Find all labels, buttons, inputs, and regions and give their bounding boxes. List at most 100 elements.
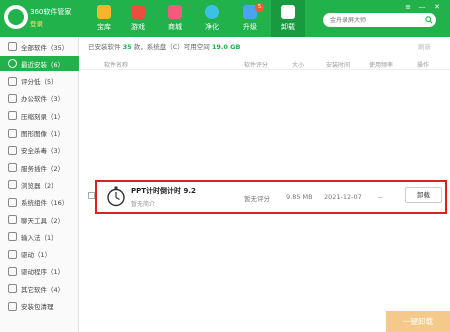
sidebar-item[interactable]: 评分低（5） — [0, 74, 79, 89]
category-icon — [8, 180, 17, 190]
search-icon[interactable] — [425, 16, 433, 24]
sidebar-item-label: 压缩刻录（1） — [21, 112, 65, 121]
tab-store[interactable]: 商城 — [158, 0, 192, 37]
tab-label: 净化 — [205, 23, 219, 31]
uninstall-button[interactable]: 卸载 — [405, 187, 442, 203]
column-score: 软件评分 — [244, 62, 269, 69]
search-input[interactable] — [323, 13, 436, 27]
main-panel: 已安装软件 35 款，系统盘（C）可用空间 19.0 GB 刷新 软件名称 软件… — [80, 37, 450, 332]
category-icon — [8, 249, 17, 259]
sidebar-item[interactable]: 全部软件（35） — [0, 39, 79, 54]
refresh-button[interactable]: 刷新 — [418, 41, 431, 51]
category-icon — [8, 197, 17, 207]
free-space: 19.0 GB — [211, 43, 241, 51]
category-icon — [8, 215, 17, 224]
table-row[interactable]: PPT计时倒计时 9.2 暂无简介 暂无评分 9.85 MB 2021-12-0… — [80, 180, 450, 214]
category-icon — [8, 284, 17, 294]
sidebar-item[interactable]: 系统组件（16） — [0, 195, 79, 210]
sidebar-item[interactable]: 安全杀毒（3） — [0, 143, 79, 158]
tab-upgrade[interactable]: 5 升级 — [233, 0, 267, 37]
login-link[interactable]: 登录 — [30, 18, 43, 28]
tab-label: 商城 — [168, 23, 182, 31]
category-icon — [8, 76, 17, 86]
sidebar-item[interactable]: 办公软件（3） — [0, 91, 79, 106]
tab-label: 升级 — [243, 23, 257, 31]
sidebar-item-label: 驱动（1） — [21, 251, 52, 260]
usage-frequency: -- — [378, 193, 383, 201]
sidebar-item-label: 输入法（1） — [21, 233, 58, 242]
tab-purify[interactable]: 净化 — [195, 0, 229, 37]
row-checkbox[interactable] — [88, 192, 95, 199]
sidebar-item[interactable]: 压缩刻录（1） — [0, 108, 79, 123]
sidebar-item-label: 聊天工具（2） — [21, 216, 65, 225]
install-date: 2021-12-07 — [324, 193, 362, 201]
category-icon — [8, 93, 17, 103]
sidebar-item[interactable]: 安装包清理 — [0, 299, 79, 314]
app-name: PPT计时倒计时 9.2 — [131, 187, 196, 195]
tab-uninstall[interactable]: 卸载 — [271, 0, 305, 37]
sidebar-item[interactable]: 图形图像（1） — [0, 126, 79, 141]
tab-label: 游戏 — [131, 23, 145, 31]
store-icon — [168, 5, 182, 19]
category-icon — [8, 163, 17, 173]
sidebar-item-label: 服务插件（2） — [21, 164, 65, 173]
sidebar-item[interactable]: 输入法（1） — [0, 229, 79, 244]
star-icon — [97, 5, 111, 19]
tab-treasury[interactable]: 宝库 — [87, 0, 121, 37]
tab-games[interactable]: 游戏 — [121, 0, 155, 37]
app-description: 暂无简介 — [131, 201, 156, 208]
category-icon — [8, 128, 17, 138]
stopwatch-icon — [107, 186, 125, 207]
sidebar-item-label: 图形图像（1） — [21, 130, 65, 138]
trash-icon — [281, 5, 295, 19]
sidebar-item-label: 驱动程序（1） — [21, 268, 65, 277]
sidebar-item[interactable]: 驱动程序（1） — [0, 264, 79, 279]
sidebar-item-label: 其它软件（4） — [21, 285, 65, 294]
category-icon — [8, 145, 17, 155]
sidebar-item-label: 办公软件（3） — [21, 95, 65, 104]
sidebar-item[interactable]: 浏览器（2） — [0, 177, 79, 192]
software-count: 35 — [122, 43, 132, 51]
top-bar: 360软件管家 登录 宝库 游戏 商城 净化 5 升级 卸载 ≡ — ✕ — [0, 0, 450, 37]
sidebar-item[interactable]: 最近安装（6） — [0, 56, 79, 72]
bulk-uninstall-button[interactable]: 一键卸载 — [386, 311, 450, 332]
sidebar-item-label: 最近安装（6） — [21, 60, 65, 69]
sidebar-item[interactable]: 服务插件（2） — [0, 160, 79, 175]
sidebar-item-label: 浏览器（2） — [21, 181, 58, 190]
purify-icon — [205, 5, 219, 19]
app-score: 暂无评分 — [244, 195, 270, 203]
table-header: 软件名称 软件评分 大小 安装时间 使用频率 操作 — [80, 57, 450, 70]
column-action: 操作 — [417, 62, 430, 69]
summary-prefix: 已安装软件 — [88, 43, 121, 51]
category-icon — [8, 232, 17, 242]
app-logo-icon — [4, 5, 28, 29]
minimize-icon[interactable]: — — [418, 3, 426, 11]
column-date: 安装时间 — [326, 62, 351, 69]
sidebar-item-label: 安全杀毒（3） — [21, 147, 65, 156]
column-frequency: 使用频率 — [369, 62, 394, 69]
sidebar-item[interactable]: 驱动（1） — [0, 247, 79, 262]
close-icon[interactable]: ✕ — [433, 3, 441, 11]
column-size: 大小 — [292, 62, 305, 69]
tab-label: 宝库 — [97, 23, 111, 31]
sidebar-item-label: 安装包清理 — [21, 303, 54, 311]
sidebar-item[interactable]: 其它软件（4） — [0, 281, 79, 296]
app-size: 9.85 MB — [286, 193, 313, 201]
upgrade-count-badge: 5 — [255, 3, 264, 12]
category-icon — [8, 111, 17, 121]
sidebar-item-label: 评分低（5） — [21, 78, 58, 87]
install-summary: 已安装软件 35 款，系统盘（C）可用空间 19.0 GB — [88, 41, 240, 51]
sidebar-item-label: 全部软件（35） — [21, 43, 69, 52]
sidebar-item[interactable]: 聊天工具（2） — [0, 212, 79, 227]
category-icon — [8, 59, 17, 69]
gamepad-icon — [131, 5, 145, 19]
menu-icon[interactable]: ≡ — [404, 3, 412, 11]
category-icon — [8, 266, 17, 276]
sidebar-item-label: 系统组件（16） — [21, 199, 69, 208]
category-icon — [8, 301, 17, 311]
column-name: 软件名称 — [104, 62, 129, 69]
summary-mid: 款，系统盘（C）可用空间 — [133, 43, 210, 51]
app-title: 360软件管家 — [30, 8, 72, 16]
tab-label: 卸载 — [281, 23, 295, 31]
sidebar: 全部软件（35） 最近安装（6） 评分低（5） 办公软件（3） 压缩刻录（1） 图形图像（… — [0, 37, 79, 332]
